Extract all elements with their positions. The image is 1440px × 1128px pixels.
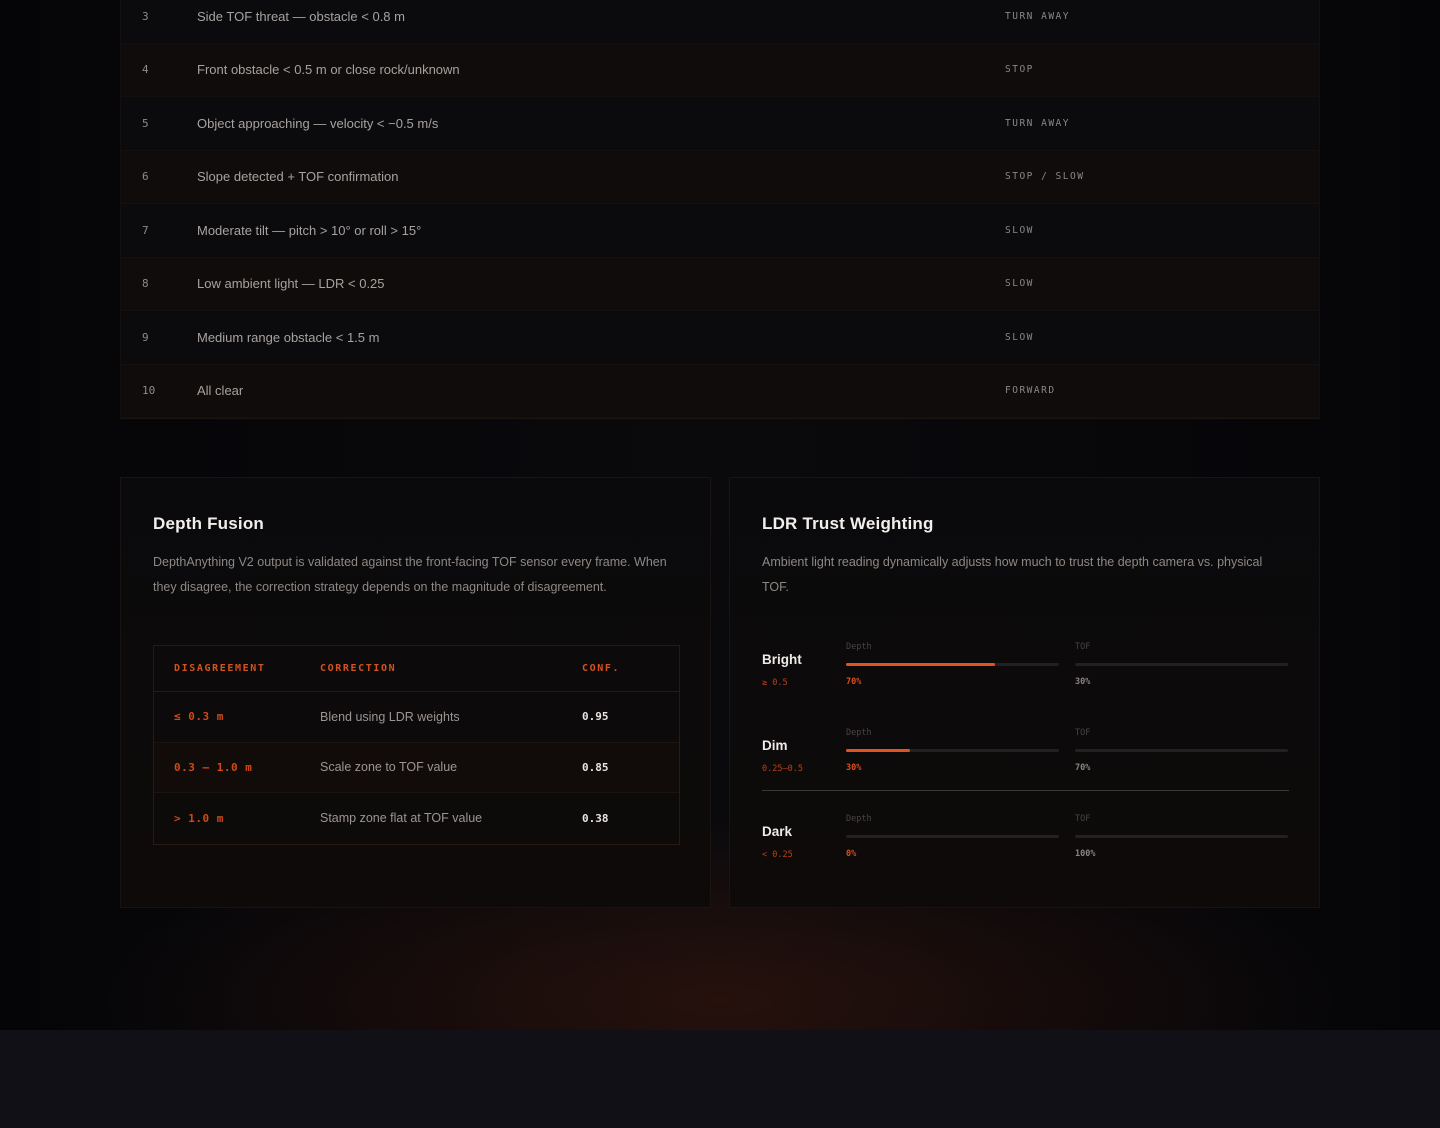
priority-number: 9 (142, 330, 149, 344)
header-disagreement: DISAGREEMENT (174, 663, 266, 674)
priority-action: STOP / SLOW (1005, 171, 1085, 183)
ldr-level-dim: Dim 0.25–0.5 Depth 30% TOF 70% (762, 728, 1289, 788)
confidence-value: 0.38 (582, 811, 609, 825)
ldr-level-range: < 0.25 (762, 850, 793, 860)
ldr-level-range: ≥ 0.5 (762, 678, 788, 688)
table-row: ≤ 0.3 m Blend using LDR weights 0.95 (154, 692, 679, 743)
tof-percent: 30% (1075, 677, 1091, 687)
priority-action: TURN AWAY (1005, 10, 1070, 22)
depth-bar-fill (846, 749, 910, 752)
ldr-level-label: Dark (762, 824, 793, 839)
priority-condition: Side TOF threat — obstacle < 0.8 m (197, 8, 405, 24)
depth-percent: 0% (846, 849, 857, 859)
priority-condition: Low ambient light — LDR < 0.25 (197, 276, 385, 292)
priority-number: 8 (142, 277, 149, 291)
depth-bar-fill (846, 663, 996, 666)
priority-number: 3 (142, 9, 149, 23)
priority-number: 6 (142, 170, 149, 184)
priority-number: 4 (142, 63, 149, 77)
disagreement-value: > 1.0 m (174, 811, 224, 825)
table-row: 4 Front obstacle < 0.5 m or close rock/u… (121, 43, 1319, 97)
fusion-table-header: DISAGREEMENT CORRECTION CONF. (154, 646, 679, 692)
header-confidence: CONF. (582, 663, 621, 674)
table-row: 5 Object approaching — velocity < −0.5 m… (121, 97, 1319, 151)
table-row: > 1.0 m Stamp zone flat at TOF value 0.3… (154, 793, 679, 844)
tof-weight: TOF 100% (1075, 814, 1288, 859)
depth-percent: 70% (846, 677, 862, 687)
ldr-level-label: Bright (762, 652, 802, 667)
ldr-level-dark: Dark < 0.25 Depth 0% TOF 100% (762, 814, 1289, 874)
priority-action: STOP (1005, 64, 1034, 76)
tof-percent: 70% (1075, 763, 1091, 773)
depth-caption: Depth (846, 642, 872, 652)
tof-bar-track (1075, 835, 1288, 838)
tof-weight: TOF 70% (1075, 728, 1288, 773)
depth-weight: Depth 70% (846, 642, 1059, 687)
priority-condition: Object approaching — velocity < −0.5 m/s (197, 115, 439, 131)
ldr-weighting-title: LDR Trust Weighting (762, 514, 934, 533)
depth-weight: Depth 30% (846, 728, 1059, 773)
tof-caption: TOF (1075, 728, 1091, 738)
table-row: 6 Slope detected + TOF confirmation STOP… (121, 150, 1319, 204)
table-row: 7 Moderate tilt — pitch > 10° or roll > … (121, 204, 1319, 258)
ldr-level-range: 0.25–0.5 (762, 764, 803, 774)
ldr-weighting-card: LDR Trust Weighting Ambient light readin… (729, 477, 1320, 908)
depth-caption: Depth (846, 814, 872, 824)
tof-weight: TOF 30% (1075, 642, 1288, 687)
depth-bar-track (846, 663, 1059, 666)
ldr-weighting-description: Ambient light reading dynamically adjust… (762, 555, 1263, 594)
depth-fusion-card: Depth Fusion DepthAnything V2 output is … (120, 477, 711, 908)
priority-action: SLOW (1005, 224, 1034, 236)
priority-number: 7 (142, 223, 149, 237)
tof-caption: TOF (1075, 642, 1091, 652)
tof-bar-track (1075, 749, 1288, 752)
priority-number: 5 (142, 116, 149, 130)
tof-caption: TOF (1075, 814, 1091, 824)
depth-fusion-description: DepthAnything V2 output is validated aga… (153, 555, 667, 594)
fusion-table: DISAGREEMENT CORRECTION CONF. ≤ 0.3 m Bl… (153, 645, 680, 845)
header-correction: CORRECTION (320, 663, 397, 674)
ldr-divider (762, 790, 1289, 791)
depth-percent: 30% (846, 763, 862, 773)
correction-value: Scale zone to TOF value (320, 760, 458, 775)
table-row: 9 Medium range obstacle < 1.5 m SLOW (121, 311, 1319, 365)
footer-band (0, 1030, 1440, 1128)
priority-condition: Slope detected + TOF confirmation (197, 169, 399, 185)
priority-action: SLOW (1005, 278, 1034, 290)
depth-bar-track (846, 835, 1059, 838)
confidence-value: 0.85 (582, 760, 609, 774)
priority-condition: Moderate tilt — pitch > 10° or roll > 15… (197, 222, 422, 238)
tof-percent: 100% (1075, 849, 1096, 859)
table-row: 0.3 – 1.0 m Scale zone to TOF value 0.85 (154, 742, 679, 793)
priority-condition: All clear (197, 383, 244, 399)
correction-value: Stamp zone flat at TOF value (320, 811, 483, 826)
priority-action: TURN AWAY (1005, 117, 1070, 129)
depth-bar-track (846, 749, 1059, 752)
depth-weight: Depth 0% (846, 814, 1059, 859)
depth-fusion-title: Depth Fusion (153, 514, 264, 533)
table-row: 10 All clear FORWARD (121, 364, 1319, 418)
priority-number: 10 (142, 384, 156, 398)
confidence-value: 0.95 (582, 710, 609, 724)
table-row: 8 Low ambient light — LDR < 0.25 SLOW (121, 257, 1319, 311)
priority-action: FORWARD (1005, 385, 1056, 397)
tof-bar-track (1075, 663, 1288, 666)
priority-action: SLOW (1005, 331, 1034, 343)
table-row: 3 Side TOF threat — obstacle < 0.8 m TUR… (121, 0, 1319, 44)
priority-condition: Front obstacle < 0.5 m or close rock/unk… (197, 62, 460, 78)
disagreement-value: 0.3 – 1.0 m (174, 760, 253, 774)
disagreement-value: ≤ 0.3 m (174, 710, 224, 724)
ldr-level-label: Dim (762, 738, 788, 753)
priority-table: 3 Side TOF threat — obstacle < 0.8 m TUR… (120, 0, 1320, 419)
depth-caption: Depth (846, 728, 872, 738)
ldr-level-bright: Bright ≥ 0.5 Depth 70% TOF 30% (762, 642, 1289, 702)
correction-value: Blend using LDR weights (320, 709, 460, 724)
priority-condition: Medium range obstacle < 1.5 m (197, 329, 380, 345)
